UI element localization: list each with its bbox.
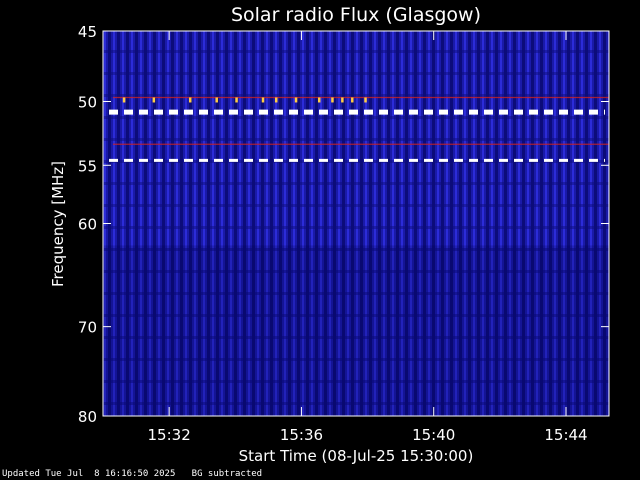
rfi-spot	[294, 97, 298, 103]
rfi-spot	[317, 97, 321, 103]
rfi-spot	[364, 97, 367, 103]
rfi-spot	[331, 97, 334, 103]
rfi-spot	[188, 97, 192, 103]
rfi-spot	[152, 97, 156, 103]
x-tick-label: 15:40	[412, 426, 455, 444]
rfi-spot	[235, 97, 238, 103]
rfi-spot	[122, 97, 126, 103]
plot-area	[102, 30, 610, 417]
rfi-spot	[274, 97, 278, 103]
x-tick-label: 15:36	[280, 426, 323, 444]
rfi-spot	[215, 97, 218, 103]
y-tick-label: 50	[78, 94, 97, 112]
update-footer: Updated Tue Jul 8 16:16:50 2025 BG subtr…	[2, 469, 263, 479]
rfi-spot	[351, 97, 354, 103]
rfi-spot	[341, 97, 344, 103]
y-tick-label: 70	[78, 319, 97, 337]
y-tick-label: 60	[78, 216, 97, 234]
chart-title: Solar radio Flux (Glasgow)	[231, 4, 481, 26]
y-tick-label: 45	[78, 23, 97, 41]
x-axis-label: Start Time (08-Jul-25 15:30:00)	[239, 447, 474, 465]
x-tick-label: 15:32	[148, 426, 191, 444]
y-tick-label: 55	[78, 157, 97, 175]
x-tick-label: 15:44	[544, 426, 587, 444]
y-tick-label: 80	[78, 408, 97, 426]
y-axis-label: Frequency [MHz]	[49, 161, 67, 287]
spectrogram-lower-band	[103, 245, 609, 416]
spectrogram-chart: 45 50 55 60 70 80 15:32 15:36 15:40 15:44 Solar …	[49, 4, 610, 465]
rfi-spot	[261, 97, 265, 103]
